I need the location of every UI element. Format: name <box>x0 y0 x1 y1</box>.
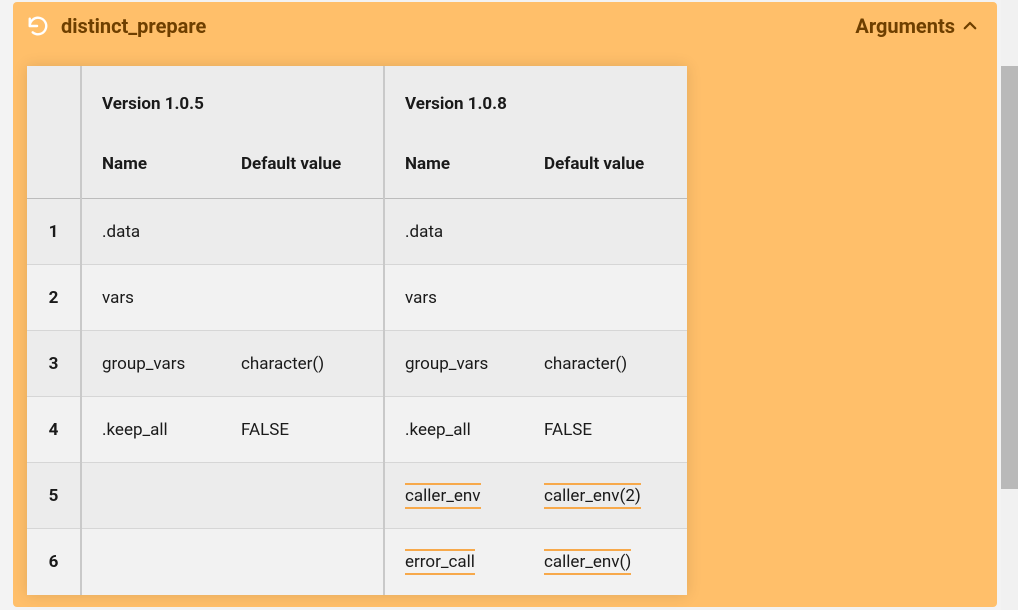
version-header-row: Version 1.0.5 Version 1.0.8 <box>27 66 687 138</box>
panel: distinct_prepare Arguments Version 1.0.5 <box>13 2 997 607</box>
cell-left-name: group_vars <box>81 331 221 397</box>
cell-left-name: vars <box>81 265 221 331</box>
cell-right-default <box>524 265 687 331</box>
diff-highlight: caller_env <box>405 483 481 509</box>
table-row: 3group_varscharacter()group_varscharacte… <box>27 331 687 397</box>
cell-left-default <box>221 463 384 529</box>
cell-left-name: .data <box>81 199 221 265</box>
row-index: 5 <box>27 463 81 529</box>
panel-title: distinct_prepare <box>61 14 206 38</box>
header-left-default: Default value <box>221 138 384 199</box>
row-index: 6 <box>27 529 81 595</box>
cell-left-default: character() <box>221 331 384 397</box>
table-row: 1.data.data <box>27 199 687 265</box>
arguments-table: Version 1.0.5 Version 1.0.8 Name Default… <box>27 66 687 595</box>
version-right-header: Version 1.0.8 <box>384 66 687 138</box>
cell-right-name: group_vars <box>384 331 524 397</box>
header-corner <box>27 66 81 138</box>
cell-left-default <box>221 265 384 331</box>
cell-right-name: vars <box>384 265 524 331</box>
cell-right-default <box>524 199 687 265</box>
arguments-toggle-label: Arguments <box>855 14 955 38</box>
row-index: 3 <box>27 331 81 397</box>
diff-highlight: caller_env(2) <box>544 483 641 509</box>
row-index: 4 <box>27 397 81 463</box>
arguments-tbody: 1.data.data2varsvars3group_varscharacter… <box>27 199 687 595</box>
panel-header: distinct_prepare Arguments <box>13 2 997 50</box>
table-row: 6 error_call caller_env() <box>27 529 687 595</box>
cell-right-default: FALSE <box>524 397 687 463</box>
cell-right-default: caller_env() <box>524 529 687 595</box>
column-header-row: Name Default value Name Default value <box>27 138 687 199</box>
scrollbar-thumb[interactable] <box>1001 66 1018 489</box>
header-right-default: Default value <box>524 138 687 199</box>
row-index: 2 <box>27 265 81 331</box>
panel-header-left: distinct_prepare <box>27 14 206 38</box>
table-row: 4.keep_allFALSE.keep_allFALSE <box>27 397 687 463</box>
diff-highlight: error_call <box>405 549 475 575</box>
cell-left-name: .keep_all <box>81 397 221 463</box>
cell-left-default <box>221 529 384 595</box>
cell-right-default: caller_env(2) <box>524 463 687 529</box>
refresh-icon[interactable] <box>27 15 49 37</box>
cell-left-default <box>221 199 384 265</box>
version-left-header: Version 1.0.5 <box>81 66 384 138</box>
header-index <box>27 138 81 199</box>
scrollbar-track[interactable] <box>1001 0 1018 610</box>
cell-left-default: FALSE <box>221 397 384 463</box>
diff-highlight: caller_env() <box>544 549 631 575</box>
header-right-name: Name <box>384 138 524 199</box>
header-left-name: Name <box>81 138 221 199</box>
table-row: 2varsvars <box>27 265 687 331</box>
chevron-up-icon <box>961 17 979 35</box>
cell-left-name <box>81 463 221 529</box>
cell-right-name: caller_env <box>384 463 524 529</box>
cell-right-name: .keep_all <box>384 397 524 463</box>
arguments-table-wrap: Version 1.0.5 Version 1.0.8 Name Default… <box>27 66 687 595</box>
cell-left-name <box>81 529 221 595</box>
table-row: 5 caller_env caller_env(2) <box>27 463 687 529</box>
cell-right-name: error_call <box>384 529 524 595</box>
cell-right-default: character() <box>524 331 687 397</box>
cell-right-name: .data <box>384 199 524 265</box>
arguments-toggle[interactable]: Arguments <box>855 14 979 38</box>
row-index: 1 <box>27 199 81 265</box>
